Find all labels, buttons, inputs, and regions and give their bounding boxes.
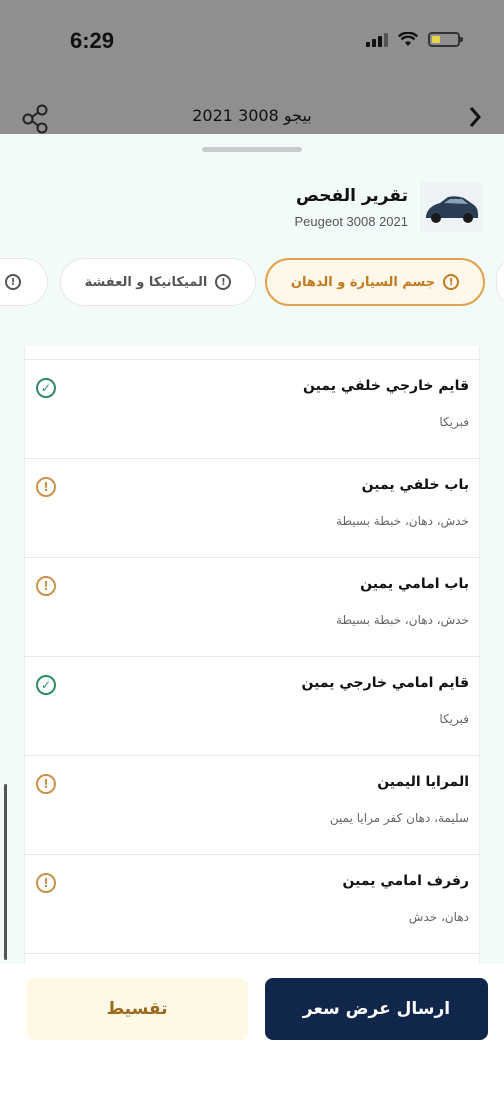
list-item[interactable]: ! باب خلفي يمين خدش، دهان، خبطة بسيطة: [25, 458, 479, 557]
inspection-list: ✓ قايم خارجي خلفي يمين فبريكا ! باب خلفي…: [24, 346, 480, 966]
bottom-sheet: تقرير الفحص Peugeot 3008 2021 ! جسم السي…: [0, 134, 504, 966]
tab-label: الميكانيكا و العفشة: [84, 274, 208, 290]
alert-icon: !: [5, 274, 21, 290]
battery-icon: [428, 32, 463, 47]
item-description: خدش، دهان، خبطة بسيطة: [336, 514, 469, 528]
list-item[interactable]: ! رفرف امامي يمين دهان، خدش: [25, 854, 479, 953]
signal-icon: [366, 32, 388, 47]
report-header: تقرير الفحص Peugeot 3008 2021: [295, 182, 482, 232]
chevron-right-icon[interactable]: [468, 106, 482, 128]
tab-label: جسم السيارة و الدهان: [290, 274, 436, 290]
check-icon: ✓: [36, 378, 56, 398]
item-description: خدش، دهان، خبطة بسيطة: [336, 613, 469, 627]
tab-more[interactable]: !: [0, 258, 48, 306]
scrollbar[interactable]: [4, 784, 7, 960]
dimmed-background: 6:29 بيجو 3008 2021: [0, 0, 504, 134]
report-subtitle: Peugeot 3008 2021: [294, 213, 409, 229]
page-title: بيجو 3008 2021: [192, 106, 312, 125]
wifi-icon: [398, 32, 418, 46]
item-title: قايم امامي خارجي يمين: [301, 675, 469, 691]
item-title: باب امامي يمين: [360, 576, 469, 592]
alert-icon: !: [36, 576, 56, 596]
status-time: 6:29: [70, 28, 115, 53]
tab-overflow[interactable]: [496, 258, 504, 306]
sheet-handle[interactable]: [202, 147, 302, 152]
list-item[interactable]: ! المرايا اليمين سليمة، دهان كفر مرايا ي…: [25, 755, 479, 854]
installment-button[interactable]: تقسيط: [26, 978, 248, 1040]
report-title: تقرير الفحص: [296, 185, 408, 206]
alert-icon: !: [36, 873, 56, 893]
send-offer-button[interactable]: ارسال عرض سعر: [265, 978, 488, 1040]
list-item[interactable]: ! باب امامي يمين خدش، دهان، خبطة بسيطة: [25, 557, 479, 656]
alert-icon: !: [36, 774, 56, 794]
item-title: رفرف امامي يمين: [342, 873, 469, 889]
alert-icon: !: [443, 274, 460, 290]
list-item[interactable]: ✓ قايم خارجي خلفي يمين فبريكا: [25, 359, 479, 458]
action-bar: ارسال عرض سعر تقسيط: [0, 964, 504, 1098]
check-icon: ✓: [36, 675, 56, 695]
item-title: قايم خارجي خلفي يمين: [303, 378, 469, 394]
item-title: المرايا اليمين: [377, 774, 469, 790]
report-text: تقرير الفحص Peugeot 3008 2021: [295, 186, 409, 229]
car-thumbnail: [420, 182, 482, 232]
item-title: باب خلفي يمين: [361, 477, 469, 493]
item-description: فبريكا: [439, 712, 469, 726]
item-description: فبريكا: [439, 415, 469, 429]
item-description: دهان، خدش: [408, 910, 469, 924]
tab-mechanics[interactable]: ! الميكانيكا و العفشة: [60, 258, 256, 306]
item-description: سليمة، دهان كفر مرايا يمين: [329, 811, 469, 825]
category-tabs: ! جسم السيارة و الدهان ! الميكانيكا و ال…: [0, 258, 504, 308]
alert-icon: !: [36, 477, 56, 497]
status-icons: [366, 32, 463, 47]
tab-body-paint[interactable]: ! جسم السيارة و الدهان: [265, 258, 485, 306]
alert-icon: !: [215, 274, 232, 290]
list-item[interactable]: ✓ قايم امامي خارجي يمين فبريكا: [25, 656, 479, 755]
